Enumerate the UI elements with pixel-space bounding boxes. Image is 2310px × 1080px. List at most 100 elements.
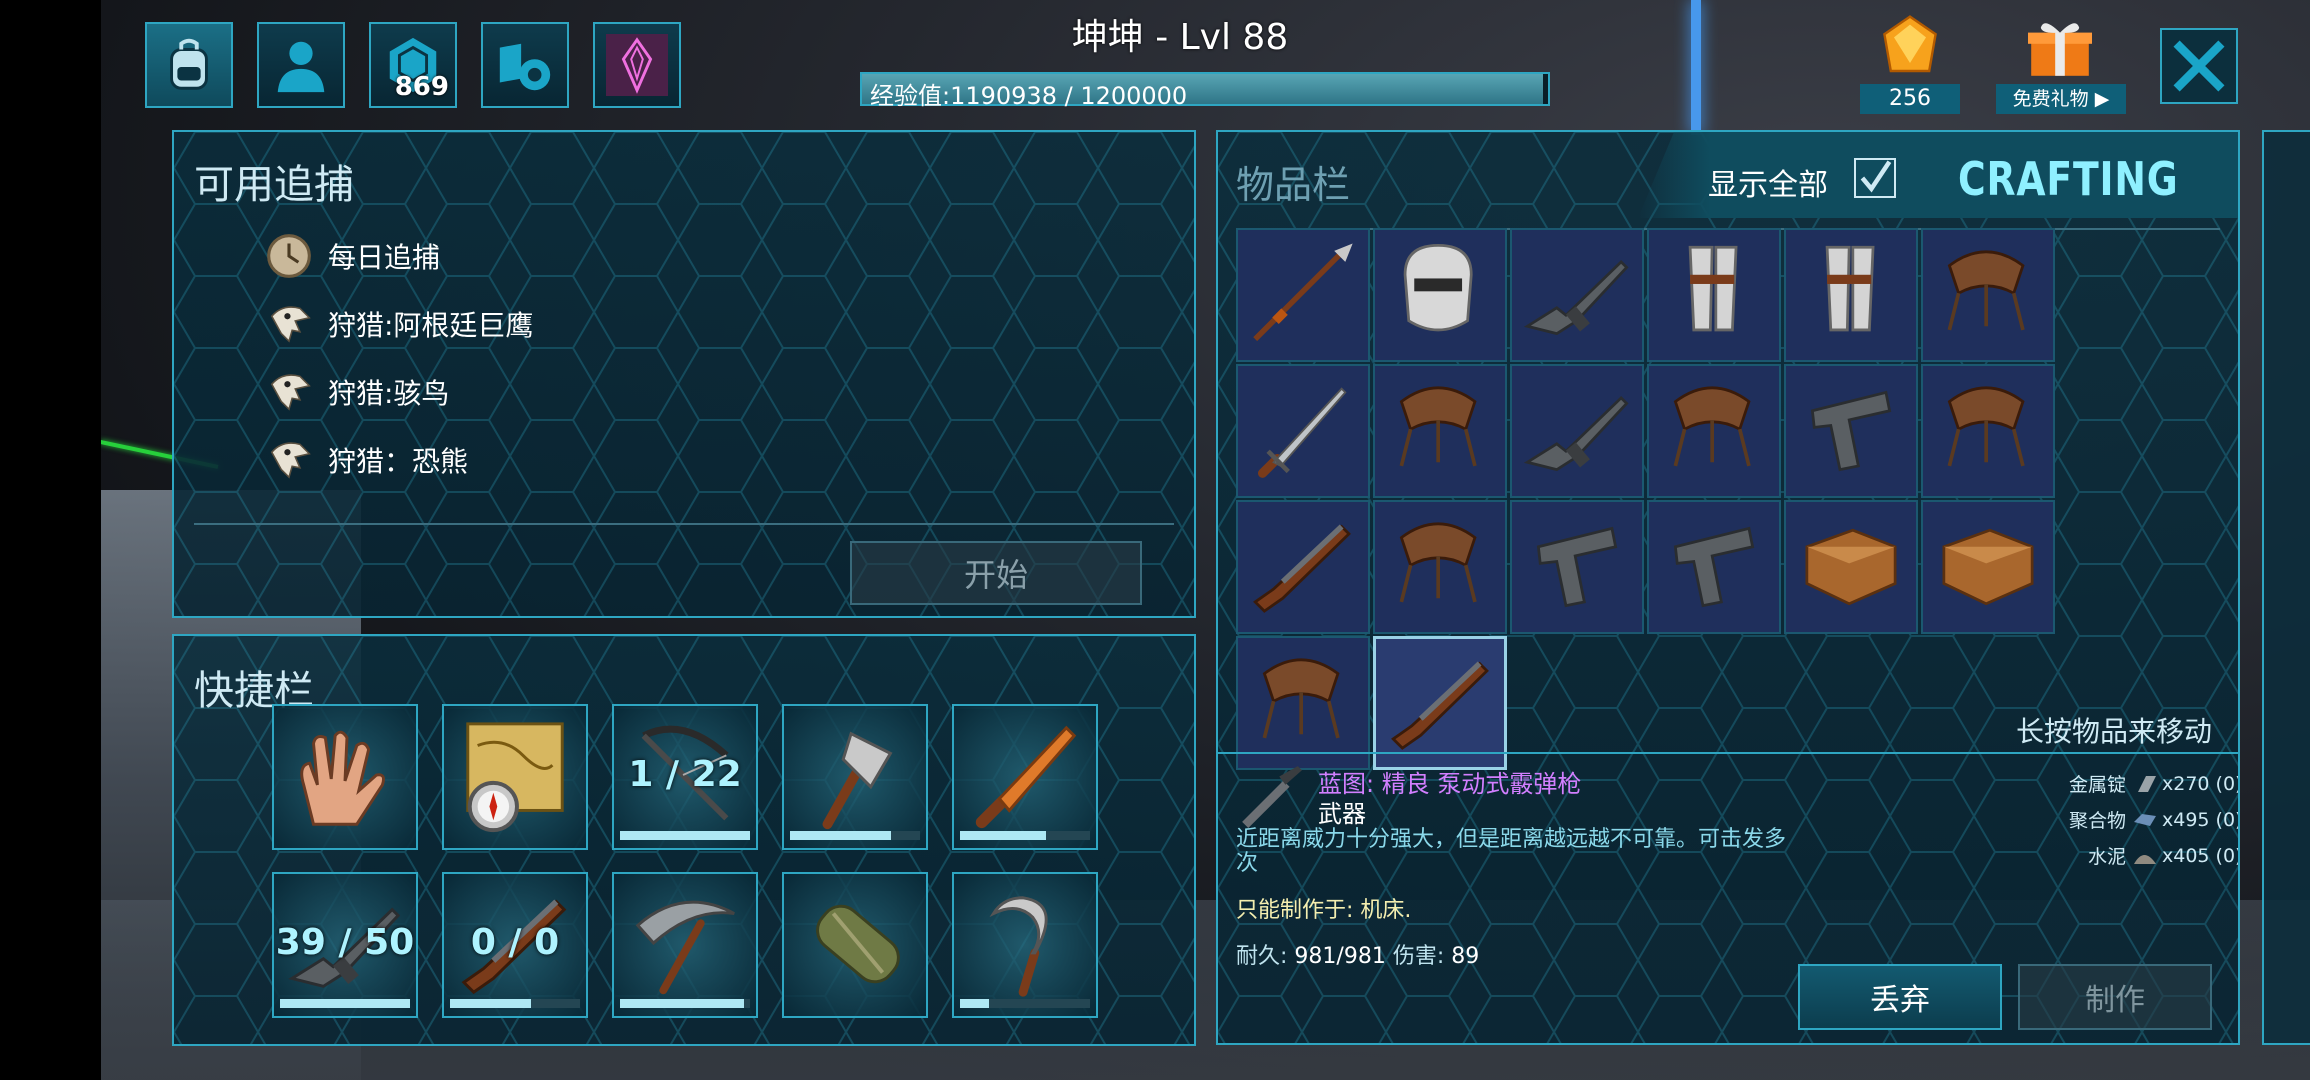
item-stats: 耐久: 981/981 伤害: 89 — [1236, 938, 1479, 970]
inventory-slot[interactable] — [1236, 636, 1370, 770]
ammo-count: 0 / 0 — [470, 922, 560, 963]
saddle-icon — [1673, 386, 1751, 467]
close-button[interactable] — [2160, 28, 2238, 104]
hotbar-slot-4[interactable] — [782, 704, 928, 850]
inventory-slot[interactable] — [1784, 364, 1918, 498]
damage-value: 89 — [1451, 944, 1480, 969]
drop-button[interactable]: 丢弃 — [1798, 964, 2002, 1030]
inventory-slot[interactable] — [1921, 500, 2055, 634]
cement-icon — [2134, 854, 2156, 864]
sword-icon — [1257, 387, 1347, 478]
pistol-icon — [1810, 390, 1892, 472]
checkmark-icon — [1860, 160, 1892, 193]
inventory-slot[interactable] — [1373, 636, 1507, 770]
hotbar-slot-6[interactable]: 39 / 50 — [272, 872, 418, 1018]
inventory-slot[interactable] — [1510, 228, 1644, 362]
item-description: 近距离威力十分强大，但是距离越远越不可靠。可击发多次 — [1236, 827, 1787, 876]
ammo-count: 1 / 22 — [628, 754, 742, 795]
engram-points-count: 869 — [394, 72, 449, 102]
free-gift-label: 免费礼物 ▶ — [1996, 84, 2126, 114]
crystal-icon — [606, 34, 668, 96]
hunt-item-label: 每日追捕 — [328, 241, 441, 274]
inventory-slot[interactable] — [1921, 364, 2055, 498]
craft-station: 只能制作于: 机床. — [1236, 898, 1412, 923]
gems-button[interactable]: 256 — [1860, 10, 1960, 114]
durability-bar-fill — [280, 999, 410, 1008]
durability-bar-fill — [620, 831, 750, 840]
resource-name: 水泥 — [2087, 846, 2126, 868]
tab-character[interactable] — [257, 22, 345, 108]
damage-label: 伤害: — [1392, 944, 1445, 969]
dino-skull-icon — [270, 442, 311, 479]
durability-bar-fill — [450, 999, 531, 1008]
xp-text: 经验值:1190938 / 1200000 — [870, 82, 1188, 110]
start-hunt-button[interactable]: 开始 — [850, 541, 1142, 605]
hotbar-slot-1[interactable] — [272, 704, 418, 850]
right-panel-edge[interactable] — [2262, 130, 2310, 1045]
show-all-label: 显示全部 — [1708, 168, 1828, 203]
crafting-tab[interactable]: CRAFTING — [1958, 152, 2179, 206]
tab-inventory[interactable] — [145, 22, 233, 108]
hotbar-slot-5[interactable] — [952, 704, 1098, 850]
hunt-list[interactable]: 每日追捕狩猎:阿根廷巨鹰狩猎:骇鸟狩猎：恐熊稀薄的空气 — [264, 222, 824, 612]
person-icon — [277, 41, 325, 93]
ammo-count: 39 / 50 — [275, 922, 415, 963]
inventory-slot[interactable] — [1373, 228, 1507, 362]
hotbar-slot-3[interactable]: 1 / 22 — [612, 704, 758, 850]
assault-rifle-icon — [1523, 259, 1629, 336]
hotbar-slot-8[interactable] — [612, 872, 758, 1018]
hunt-item[interactable]: 每日追捕 — [264, 222, 824, 290]
inventory-slot[interactable] — [1236, 364, 1370, 498]
inventory-slot[interactable] — [1647, 500, 1781, 634]
inventory-slot[interactable] — [1784, 500, 1918, 634]
durability-bar — [450, 999, 580, 1008]
inventory-slot[interactable] — [1373, 500, 1507, 634]
close-icon — [2173, 40, 2225, 92]
inventory-slot[interactable] — [1510, 500, 1644, 634]
hunts-title: 可用追捕 — [194, 162, 354, 208]
resource-amount: x405 (0) — [2162, 844, 2240, 867]
book-gear-icon — [499, 43, 551, 91]
supply-beacon-beam — [1691, 0, 1701, 135]
hunt-item[interactable]: 狩猎:骇鸟 — [264, 358, 824, 426]
hatchet-icon — [822, 731, 893, 830]
hotbar-slot-7[interactable]: 0 / 0 — [442, 872, 588, 1018]
tab-settings[interactable] — [481, 22, 569, 108]
inventory-slot[interactable] — [1510, 364, 1644, 498]
hunt-item[interactable]: 狩猎:阿根廷巨鹰 — [264, 290, 824, 358]
hunt-item-label: 狩猎:阿根廷巨鹰 — [328, 309, 534, 342]
craft-button[interactable]: 制作 — [2018, 964, 2212, 1030]
inventory-slot[interactable] — [1236, 228, 1370, 362]
saddle-icon — [1399, 522, 1477, 603]
saddle-icon — [1399, 386, 1477, 467]
hotbar-slot-9[interactable] — [782, 872, 928, 1018]
saddle-icon — [1262, 658, 1340, 739]
inventory-slot[interactable] — [1647, 228, 1781, 362]
inventory-slot[interactable] — [1236, 500, 1370, 634]
resource-amount: x495 (0) — [2162, 808, 2240, 831]
crate-icon — [1942, 528, 2034, 606]
hand-icon — [300, 730, 385, 826]
durability-bar — [960, 831, 1090, 840]
inventory-slot[interactable] — [1784, 228, 1918, 362]
hotbar-panel: 快捷栏 1 / 22 39 / 50 0 / 0 — [172, 634, 1196, 1046]
machete-icon — [975, 725, 1077, 829]
inventory-panel: 物品栏 显示全部 CRAFTING 长按物品来移动 蓝图: 精良 泵动式霰弹枪 … — [1216, 130, 2240, 1045]
hunt-item[interactable]: 狩猎：恐熊 — [264, 426, 824, 492]
hotbar-slot-2[interactable] — [442, 704, 588, 850]
show-all-checkbox[interactable] — [1854, 158, 1896, 198]
durability-bar — [280, 999, 410, 1008]
tab-ascension[interactable] — [593, 22, 681, 108]
map-compass-icon — [466, 722, 564, 833]
durability-bar-fill — [960, 999, 989, 1008]
inventory-slot[interactable] — [1647, 364, 1781, 498]
dino-skull-icon — [270, 306, 311, 343]
hotbar-slot-10[interactable] — [952, 872, 1098, 1018]
inventory-slot[interactable] — [1373, 364, 1507, 498]
tab-engrams[interactable]: 869 — [369, 22, 457, 108]
metal-ingot-icon — [2138, 775, 2156, 792]
free-gift-button[interactable]: 免费礼物 ▶ — [1996, 10, 2126, 114]
shotgun-icon — [1391, 661, 1489, 750]
inventory-slot[interactable] — [1921, 228, 2055, 362]
durability-bar — [620, 999, 750, 1008]
